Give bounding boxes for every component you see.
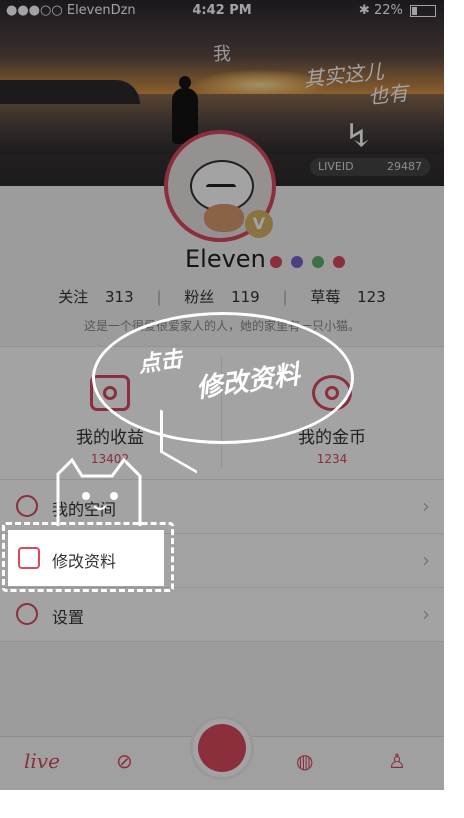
app-screen: ●●●○○ ElevenDzn 4:42 PM ✱ 22% 我 其实这儿 也有 … bbox=[0, 0, 444, 790]
highlight-frame bbox=[2, 522, 174, 592]
cat-illustration bbox=[56, 457, 142, 526]
